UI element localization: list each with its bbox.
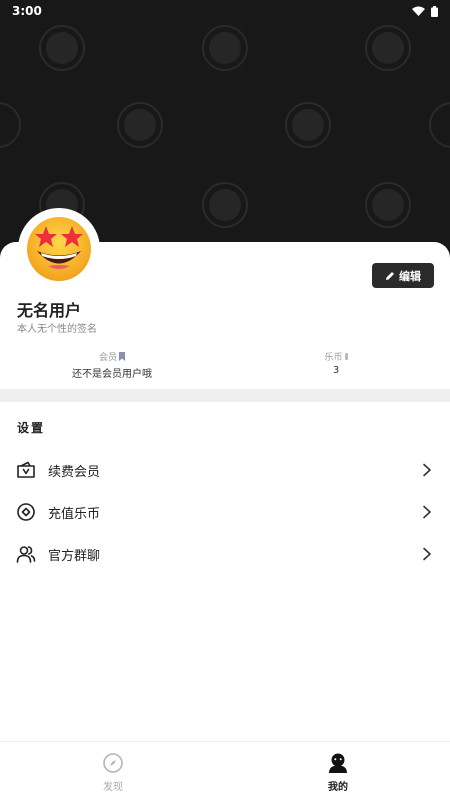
coin-value: 3 (332, 365, 340, 376)
wifi-icon (412, 6, 425, 16)
star-eyes-emoji-icon (27, 217, 91, 281)
settings-title: 设置 (17, 421, 46, 435)
vip-wallet-icon (17, 461, 35, 478)
chevron-right-icon (423, 547, 431, 561)
menu-item-official-group[interactable]: 官方群聊 (0, 533, 450, 575)
vip-stat[interactable]: 会员 还不是会员用户哦 (52, 350, 172, 380)
chevron-right-icon (423, 463, 431, 477)
coin-small-icon (344, 353, 348, 360)
chevron-right-icon (423, 505, 431, 519)
section-divider (0, 389, 450, 402)
status-time: 3:00 (12, 4, 42, 18)
battery-icon (431, 5, 438, 17)
vip-value: 还不是会员用户哦 (72, 369, 152, 380)
vip-badge-icon (119, 352, 125, 361)
menu-item-recharge-coin[interactable]: 充值乐币 (0, 491, 450, 533)
coin-label: 乐币 (324, 353, 343, 363)
menu-label-official-group: 官方群聊 (48, 548, 101, 564)
nav-tab-mine[interactable]: 我的 (308, 752, 368, 793)
vip-stat-label-row: 会员 (52, 350, 172, 363)
signature[interactable]: 本人无个性的签名 (17, 320, 97, 335)
group-chat-icon (16, 546, 36, 563)
vip-label: 会员 (98, 353, 117, 363)
compass-icon (103, 753, 123, 773)
coin-stat[interactable]: 乐币 3 (306, 350, 366, 376)
nav-label-discover: 发现 (103, 782, 123, 793)
menu-item-renew-vip[interactable]: 续费会员 (0, 449, 450, 491)
status-icons (412, 5, 438, 17)
menu-label-renew-vip: 续费会员 (48, 464, 101, 480)
user-icon (329, 753, 347, 773)
username: 无名用户 (17, 301, 82, 320)
pencil-icon (386, 271, 394, 280)
menu-label-recharge-coin: 充值乐币 (48, 506, 101, 522)
status-bar: 3:00 (0, 0, 450, 22)
edit-profile-button[interactable]: 编辑 (372, 263, 434, 288)
avatar[interactable] (18, 208, 100, 290)
coin-icon (17, 503, 35, 521)
edit-label: 编辑 (399, 269, 421, 283)
bottom-nav: 发现 我的 (0, 741, 450, 800)
nav-tab-discover[interactable]: 发现 (83, 752, 143, 793)
coin-stat-label-row: 乐币 (306, 350, 366, 363)
nav-label-mine: 我的 (328, 782, 348, 793)
